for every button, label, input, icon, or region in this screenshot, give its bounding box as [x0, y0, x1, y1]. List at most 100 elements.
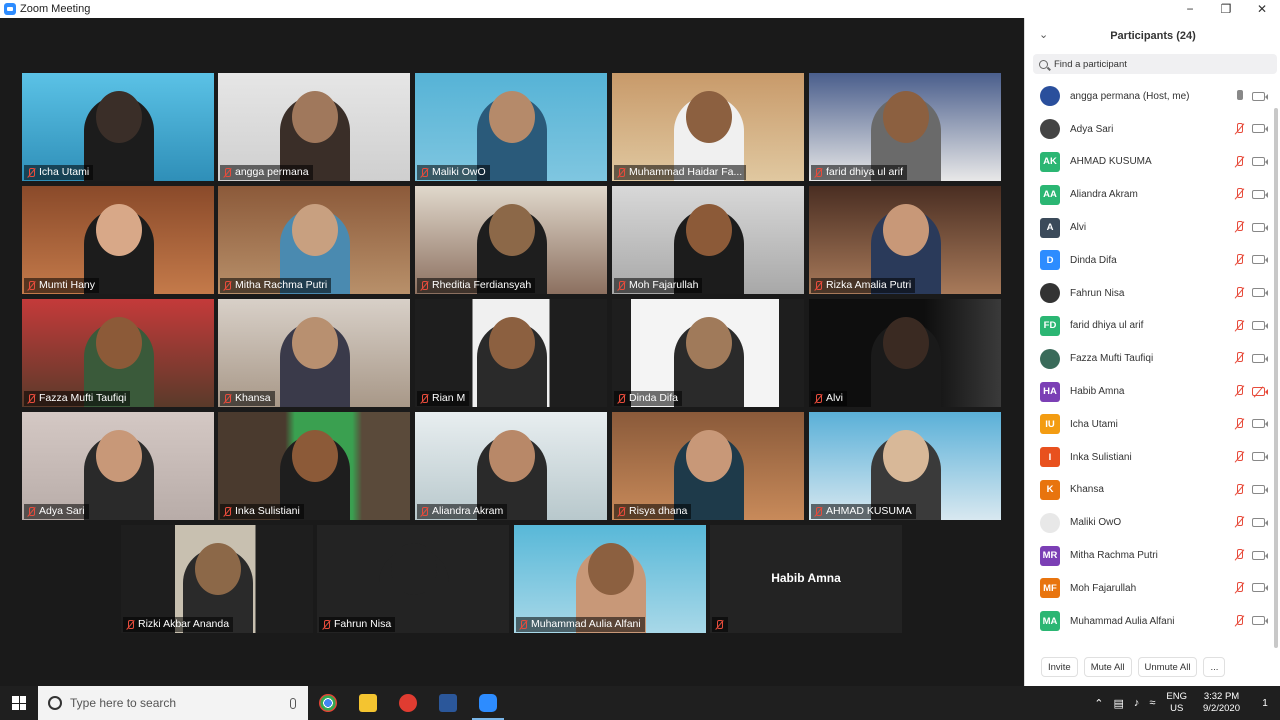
taskbar-search[interactable]: Type here to search	[38, 686, 308, 720]
camera-off-icon[interactable]	[1252, 386, 1268, 396]
video-tile[interactable]: Dinda Difa	[612, 299, 804, 407]
participant-row[interactable]: Fazza Mufti Taufiqi	[1025, 342, 1273, 375]
participant-row[interactable]: D Dinda Difa	[1025, 244, 1273, 277]
participant-row[interactable]: IU Icha Utami	[1025, 408, 1273, 441]
camera-icon[interactable]	[1252, 485, 1268, 495]
minimize-button[interactable]: −	[1172, 0, 1208, 18]
start-button[interactable]	[0, 686, 38, 720]
file-explorer-button[interactable]	[348, 686, 388, 720]
video-tile[interactable]: Mitha Rachma Putri	[218, 186, 410, 294]
mic-muted-icon[interactable]	[1234, 516, 1244, 528]
more-options-button[interactable]: ...	[1203, 657, 1226, 677]
participant-row[interactable]: Maliki OwO	[1025, 506, 1273, 539]
network-icon[interactable]: ▤	[1113, 697, 1123, 710]
video-tile[interactable]: Rheditia Ferdiansyah	[415, 186, 607, 294]
camera-icon[interactable]	[1252, 124, 1268, 134]
video-tile[interactable]: Habib Amna	[710, 525, 902, 633]
participant-row[interactable]: I Inka Sulistiani	[1025, 441, 1273, 474]
mic-muted-icon[interactable]	[1234, 122, 1244, 135]
camera-icon[interactable]	[1252, 452, 1268, 462]
camera-icon[interactable]	[1252, 288, 1268, 298]
unmute-all-button[interactable]: Unmute All	[1137, 657, 1198, 677]
chrome-app-button[interactable]	[308, 686, 348, 720]
mic-muted-icon[interactable]	[1234, 286, 1244, 299]
camera-icon[interactable]	[1252, 222, 1268, 232]
video-tile[interactable]: Mumti Hany	[22, 186, 214, 294]
clock[interactable]: 3:32 PM 9/2/2020	[1203, 691, 1240, 715]
camera-icon[interactable]	[1252, 550, 1268, 560]
mic-muted-icon[interactable]	[1234, 450, 1244, 463]
camera-icon[interactable]	[1252, 189, 1268, 199]
mic-muted-icon[interactable]	[1234, 319, 1244, 332]
video-tile[interactable]: Muhammad Aulia Alfani	[514, 525, 706, 633]
camera-icon[interactable]	[1252, 517, 1268, 527]
video-tile[interactable]: Moh Fajarullah	[612, 186, 804, 294]
restore-button[interactable]: ❐	[1208, 0, 1244, 18]
mic-muted-icon[interactable]	[1234, 483, 1244, 496]
video-tile[interactable]: Adya Sari	[22, 412, 214, 520]
mic-muted-icon[interactable]	[1234, 385, 1244, 397]
participant-row[interactable]: angga permana (Host, me)	[1025, 80, 1273, 113]
mic-muted-icon[interactable]	[1234, 417, 1244, 430]
camera-icon[interactable]	[1252, 255, 1268, 265]
camera-icon[interactable]	[1252, 353, 1268, 363]
video-tile[interactable]: Muhammad Haidar Fa...	[612, 73, 804, 181]
video-tile[interactable]: Rizka Amalia Putri	[809, 186, 1001, 294]
video-tile[interactable]: Maliki OwO	[415, 73, 607, 181]
microphone-icon[interactable]	[1234, 90, 1244, 102]
notification-center-button[interactable]: 1	[1250, 698, 1280, 709]
mic-muted-icon[interactable]	[1234, 221, 1244, 233]
participant-row[interactable]: AA Aliandra Akram	[1025, 178, 1273, 211]
video-tile[interactable]: Rian M	[415, 299, 607, 407]
participant-row[interactable]: A Alvi	[1025, 211, 1273, 244]
video-tile[interactable]: Icha Utami	[22, 73, 214, 181]
wifi-icon[interactable]: ≈	[1149, 697, 1155, 709]
camera-icon[interactable]	[1252, 91, 1268, 101]
mic-muted-icon[interactable]	[1234, 155, 1244, 168]
mic-muted-icon[interactable]	[1234, 253, 1244, 266]
video-tile[interactable]: angga permana	[218, 73, 410, 181]
video-tile[interactable]: Khansa	[218, 299, 410, 407]
camera-icon[interactable]	[1252, 321, 1268, 331]
participant-row[interactable]: FD farid dhiya ul arif	[1025, 310, 1273, 343]
participant-row[interactable]: K Khansa	[1025, 474, 1273, 507]
chevron-down-icon[interactable]: ⌄	[1039, 28, 1048, 41]
camera-icon[interactable]	[1252, 616, 1268, 626]
mic-muted-icon[interactable]	[1234, 614, 1244, 627]
volume-icon[interactable]: ♪	[1134, 697, 1140, 709]
video-tile[interactable]: Fazza Mufti Taufiqi	[22, 299, 214, 407]
video-tile[interactable]: Rizki Akbar Ananda	[121, 525, 313, 633]
language-indicator[interactable]: ENG US	[1166, 691, 1187, 715]
participant-search-input[interactable]	[1054, 58, 1254, 70]
participant-row[interactable]: HA Habib Amna	[1025, 375, 1273, 408]
video-tile[interactable]: Inka Sulistiani	[218, 412, 410, 520]
microphone-icon[interactable]	[290, 697, 296, 709]
video-tile[interactable]: Risya dhana	[612, 412, 804, 520]
participant-row[interactable]: AK AHMAD KUSUMA	[1025, 146, 1273, 179]
video-tile[interactable]: farid dhiya ul arif	[809, 73, 1001, 181]
close-button[interactable]: ✕	[1244, 0, 1280, 18]
participant-row[interactable]: MA Muhammad Aulia Alfani	[1025, 605, 1273, 638]
video-tile[interactable]: Alvi	[809, 299, 1001, 407]
camera-icon[interactable]	[1252, 419, 1268, 429]
participant-row[interactable]: MF Moh Fajarullah	[1025, 572, 1273, 605]
chevron-up-icon[interactable]: ⌃	[1094, 697, 1103, 710]
mic-muted-icon[interactable]	[1234, 188, 1244, 200]
participant-row[interactable]: Adya Sari	[1025, 113, 1273, 146]
participant-row[interactable]: MR Mitha Rachma Putri	[1025, 539, 1273, 572]
video-tile[interactable]: Aliandra Akram	[415, 412, 607, 520]
camera-icon[interactable]	[1252, 157, 1268, 167]
mic-muted-icon[interactable]	[1234, 549, 1244, 561]
mic-muted-icon[interactable]	[1234, 581, 1244, 594]
camera-icon[interactable]	[1252, 583, 1268, 593]
participant-row[interactable]: Fahrun Nisa	[1025, 277, 1273, 310]
video-tile[interactable]: Fahrun Nisa	[317, 525, 509, 633]
participant-scrollbar[interactable]	[1274, 108, 1278, 648]
video-tile[interactable]: AHMAD KUSUMA	[809, 412, 1001, 520]
zoom-app-button[interactable]	[468, 686, 508, 720]
invite-button[interactable]: Invite	[1041, 657, 1078, 677]
mute-all-button[interactable]: Mute All	[1083, 657, 1132, 677]
word-app-button[interactable]	[428, 686, 468, 720]
media-app-button[interactable]	[388, 686, 428, 720]
mic-muted-icon[interactable]	[1234, 352, 1244, 364]
